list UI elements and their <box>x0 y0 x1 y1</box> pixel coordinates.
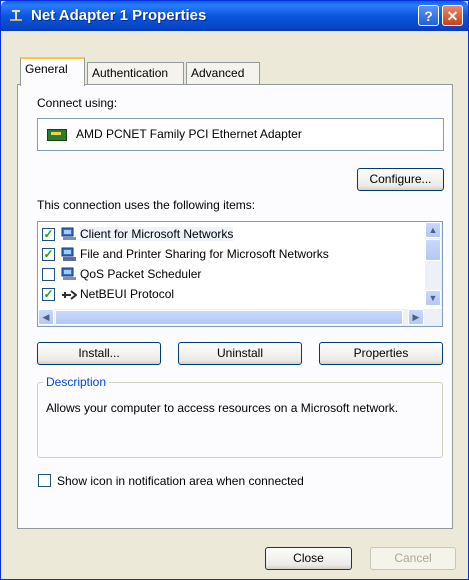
item-label: NetBEUI Protocol <box>80 287 175 301</box>
items-label: This connection uses the following items… <box>37 198 256 212</box>
connect-using-label: Connect using: <box>37 96 118 110</box>
item-checkbox[interactable]: ✓ <box>42 248 55 261</box>
network-client-icon <box>61 227 76 240</box>
vertical-scrollbar[interactable]: ▲ ▼ <box>425 222 442 306</box>
description-title: Description <box>43 375 110 389</box>
qos-scheduler-icon <box>61 267 76 280</box>
description-text: Allows your computer to access resources… <box>46 401 399 415</box>
network-adapter-icon <box>47 129 67 141</box>
uninstall-button[interactable]: Uninstall <box>178 342 302 365</box>
help-button[interactable]: ? <box>418 5 439 26</box>
properties-button[interactable]: Properties <box>319 342 443 365</box>
components-list[interactable]: ✓ Client for Microsoft Networks ✓ File a… <box>37 221 443 327</box>
scroll-thumb-horizontal[interactable] <box>55 310 403 325</box>
item-label: QoS Packet Scheduler <box>80 267 202 281</box>
configure-button[interactable]: Configure... <box>357 168 444 191</box>
file-printer-sharing-icon <box>61 247 76 261</box>
window-title: Net Adapter 1 Properties <box>31 7 207 24</box>
close-button[interactable]: Close <box>265 547 352 570</box>
properties-dialog: Net Adapter 1 Properties ? ✕ General Aut… <box>0 0 469 580</box>
item-checkbox[interactable]: ✓ <box>42 228 55 241</box>
horizontal-scrollbar[interactable]: ◀ ▶ <box>38 309 442 326</box>
show-icon-checkbox[interactable] <box>38 474 51 487</box>
close-window-button[interactable]: ✕ <box>442 5 463 26</box>
scroll-thumb[interactable] <box>425 239 441 261</box>
adapter-field: AMD PCNET Family PCI Ethernet Adapter <box>37 118 444 151</box>
item-checkbox[interactable]: ✓ <box>42 288 55 301</box>
tab-advanced[interactable]: Advanced <box>186 62 260 84</box>
tab-general[interactable]: General <box>20 57 85 86</box>
scroll-up-icon[interactable]: ▲ <box>425 222 441 238</box>
item-label: File and Printer Sharing for Microsoft N… <box>80 247 329 261</box>
show-icon-label: Show icon in notification area when conn… <box>57 474 304 488</box>
protocol-icon <box>62 290 77 300</box>
adapter-name: AMD PCNET Family PCI Ethernet Adapter <box>76 127 302 141</box>
cancel-button[interactable]: Cancel <box>370 547 456 570</box>
title-bar[interactable]: Net Adapter 1 Properties ? ✕ <box>1 1 468 31</box>
item-checkbox[interactable] <box>42 268 55 281</box>
scroll-down-icon[interactable]: ▼ <box>425 290 441 306</box>
install-button[interactable]: Install... <box>37 342 161 365</box>
scroll-right-icon[interactable]: ▶ <box>408 309 424 325</box>
item-label: Client for Microsoft Networks <box>80 227 234 241</box>
scroll-left-icon[interactable]: ◀ <box>38 309 54 325</box>
tab-authentication[interactable]: Authentication <box>87 62 184 84</box>
network-connection-icon <box>10 10 22 21</box>
description-group <box>37 382 443 458</box>
